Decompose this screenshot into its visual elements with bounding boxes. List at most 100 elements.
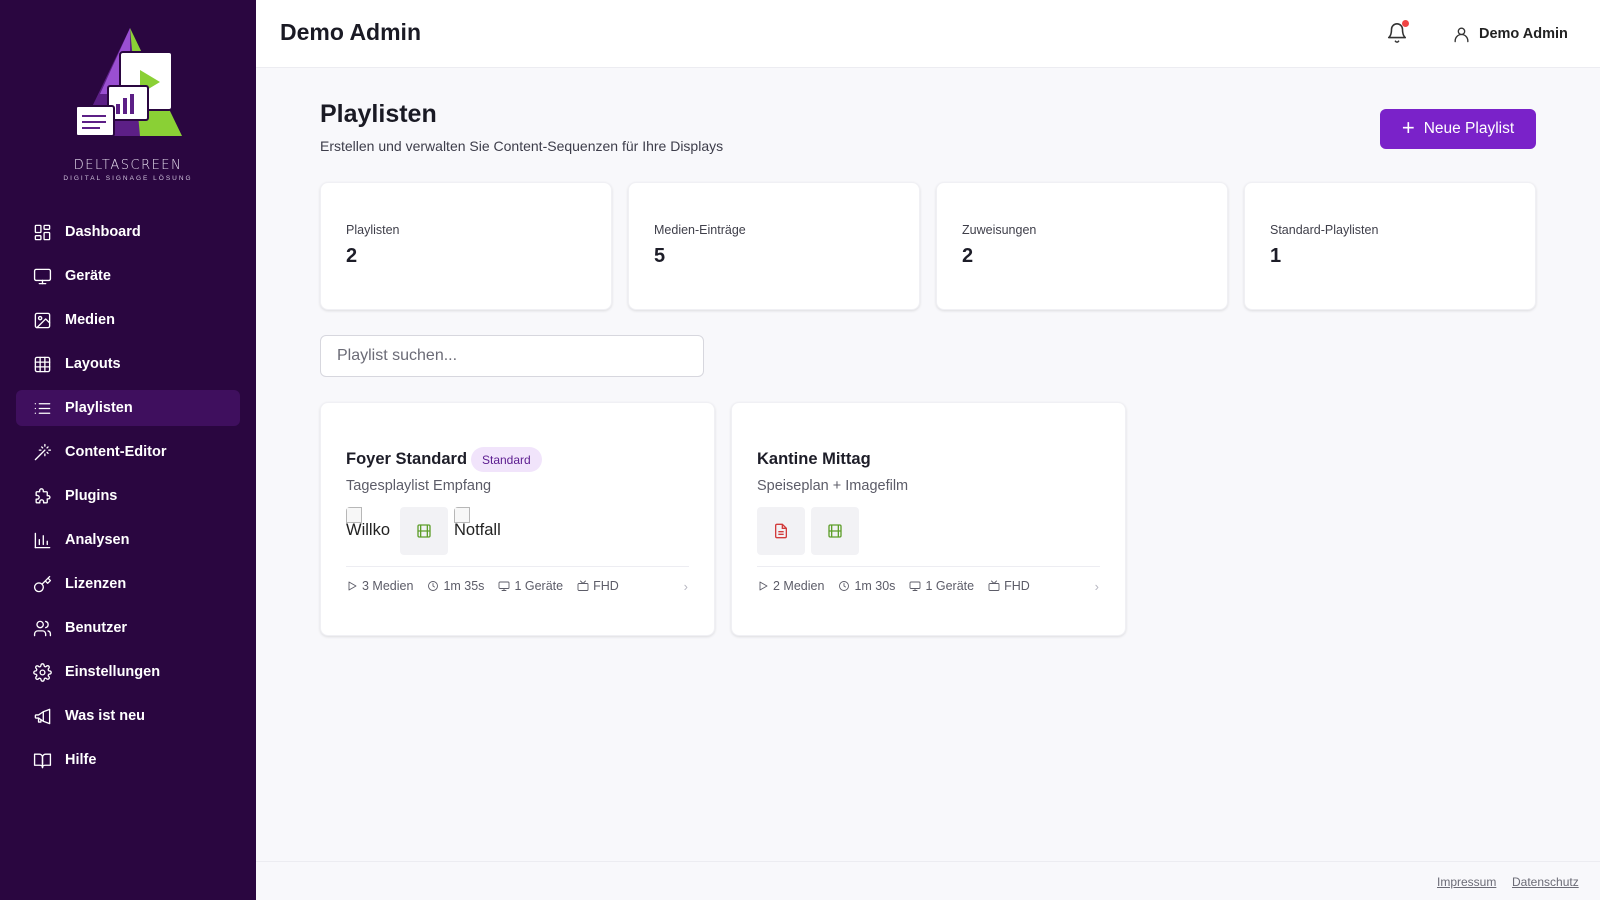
sidebar-item-content-editor[interactable]: Content-Editor [16, 434, 240, 470]
plus-icon: + [1401, 115, 1415, 140]
media-thumbnail-broken-image: Willko [346, 507, 394, 555]
film-icon [828, 524, 842, 538]
stat-label: Playlisten [346, 223, 400, 237]
meta-devices: 1 Geräte [498, 579, 563, 593]
stat-label: Zuweisungen [962, 223, 1037, 237]
media-thumbnail-video [400, 507, 448, 555]
page-title: Playlisten [320, 100, 437, 128]
playlist-card-foyer-standard[interactable]: Foyer Standard Standard Tagesplaylist Em… [320, 402, 715, 636]
meta-resolution-text: FHD [593, 579, 619, 593]
clock-icon [428, 581, 439, 591]
meta-resolution: FHD [577, 579, 619, 593]
book-icon [32, 750, 52, 770]
stat-card-zuweisungen: Zuweisungen 2 [936, 182, 1228, 310]
sidebar-item-label: Analysen [65, 532, 130, 548]
media-thumbnails [757, 507, 865, 555]
document-icon [775, 523, 787, 539]
sidebar-item-label: Medien [65, 312, 115, 328]
notification-dot [1402, 20, 1409, 27]
page-subtitle: Erstellen und verwalten Sie Content-Sequ… [320, 138, 724, 154]
footer: Impressum Datenschutz [256, 861, 1600, 900]
broken-image-icon [346, 507, 362, 523]
stat-value: 1 [1270, 245, 1282, 267]
monitor-icon [498, 581, 510, 591]
user-menu-button[interactable]: Demo Admin [1452, 22, 1568, 46]
sidebar-item-label: Einstellungen [65, 664, 161, 680]
sidebar-item-hilfe[interactable]: Hilfe [16, 742, 240, 778]
meta-duration-text: 1m 30s [854, 579, 896, 593]
brand-name: DELTASCREEN [73, 158, 183, 173]
sidebar-item-playlisten[interactable]: Playlisten [16, 390, 240, 426]
media-thumbnail-video [811, 507, 859, 555]
sidebar-item-was-ist-neu[interactable]: Was ist neu [16, 698, 240, 734]
stat-label: Medien-Einträge [654, 223, 746, 237]
sidebar: DELTASCREEN DIGITAL SIGNAGE LÖSUNG Dashb… [0, 0, 256, 900]
sidebar-item-label: Was ist neu [65, 708, 146, 724]
meta-media-count: 3 Medien [346, 579, 413, 593]
stat-value: 5 [654, 245, 666, 267]
header-title: Demo Admin [280, 19, 421, 45]
top-header: Demo Admin Demo Admin [256, 0, 1600, 68]
playlist-meta: 3 Medien 1m 35s 1 Geräte FHD [346, 579, 633, 593]
playlist-description: Speiseplan + Imagefilm [757, 478, 909, 494]
play-icon [759, 581, 768, 591]
sidebar-item-label: Hilfe [65, 752, 97, 768]
new-playlist-label: Neue Playlist [1423, 120, 1515, 137]
users-icon [32, 618, 52, 638]
playlist-description: Tagesplaylist Empfang [346, 478, 492, 494]
sidebar-item-label: Plugins [65, 488, 118, 504]
puzzle-icon [32, 486, 52, 506]
sidebar-item-label: Geräte [65, 268, 111, 284]
meta-media-text: 2 Medien [773, 579, 825, 593]
playlist-meta: 2 Medien 1m 30s 1 Geräte FHD [757, 579, 1044, 593]
monitor-icon [909, 581, 921, 591]
playlist-search-input[interactable] [320, 335, 704, 377]
meta-devices: 1 Geräte [909, 579, 974, 593]
impressum-link[interactable]: Impressum [1437, 875, 1496, 889]
stat-card-standard-playlisten: Standard-Playlisten 1 [1244, 182, 1536, 310]
gear-icon [32, 662, 52, 682]
playlist-name: Kantine Mittag [757, 450, 871, 468]
stat-card-playlisten: Playlisten 2 [320, 182, 612, 310]
sidebar-item-benutzer[interactable]: Benutzer [16, 610, 240, 646]
meta-devices-text: 1 Geräte [925, 579, 975, 593]
clock-icon [839, 581, 850, 591]
sidebar-item-label: Layouts [65, 356, 121, 372]
playlist-card-kantine-mittag[interactable]: Kantine Mittag Speiseplan + Imagefilm 2 … [731, 402, 1126, 636]
sidebar-item-label: Playlisten [65, 400, 133, 416]
meta-media-count: 2 Medien [757, 579, 824, 593]
stat-value: 2 [346, 245, 358, 267]
meta-devices-text: 1 Geräte [514, 579, 564, 593]
new-playlist-button[interactable]: + Neue Playlist [1380, 109, 1536, 149]
sidebar-item-layouts[interactable]: Layouts [16, 346, 240, 382]
magic-wand-icon [32, 442, 52, 462]
datenschutz-link[interactable]: Datenschutz [1512, 875, 1579, 889]
play-icon [348, 581, 357, 591]
sidebar-item-lizenzen[interactable]: Lizenzen [16, 566, 240, 602]
sidebar-item-analysen[interactable]: Analysen [16, 522, 240, 558]
meta-resolution: FHD [988, 579, 1030, 593]
notifications-button[interactable] [1386, 20, 1410, 46]
brand-logo[interactable]: DELTASCREEN DIGITAL SIGNAGE LÖSUNG [0, 24, 256, 194]
stat-label: Standard-Playlisten [1270, 223, 1379, 237]
media-thumbnail-document [757, 507, 805, 555]
chevron-right-icon: › [1094, 579, 1099, 594]
standard-badge: Standard [471, 447, 542, 472]
user-name: Demo Admin [1479, 26, 1568, 42]
film-icon [417, 524, 431, 538]
sidebar-item-medien[interactable]: Medien [16, 302, 240, 338]
brand-tagline: DIGITAL SIGNAGE LÖSUNG [63, 175, 193, 182]
media-thumbnails: Willko Notfall [346, 507, 508, 555]
card-divider [346, 566, 689, 567]
grid-icon [32, 354, 52, 374]
sidebar-item-dashboard[interactable]: Dashboard [16, 214, 240, 250]
bar-chart-icon [32, 530, 52, 550]
sidebar-item-geraete[interactable]: Geräte [16, 258, 240, 294]
meta-duration: 1m 30s [838, 579, 895, 593]
playlist-name: Foyer Standard [346, 450, 468, 468]
list-icon [32, 398, 52, 418]
chevron-right-icon: › [683, 579, 688, 594]
sidebar-item-einstellungen[interactable]: Einstellungen [16, 654, 240, 690]
sidebar-item-plugins[interactable]: Plugins [16, 478, 240, 514]
card-divider [757, 566, 1100, 567]
